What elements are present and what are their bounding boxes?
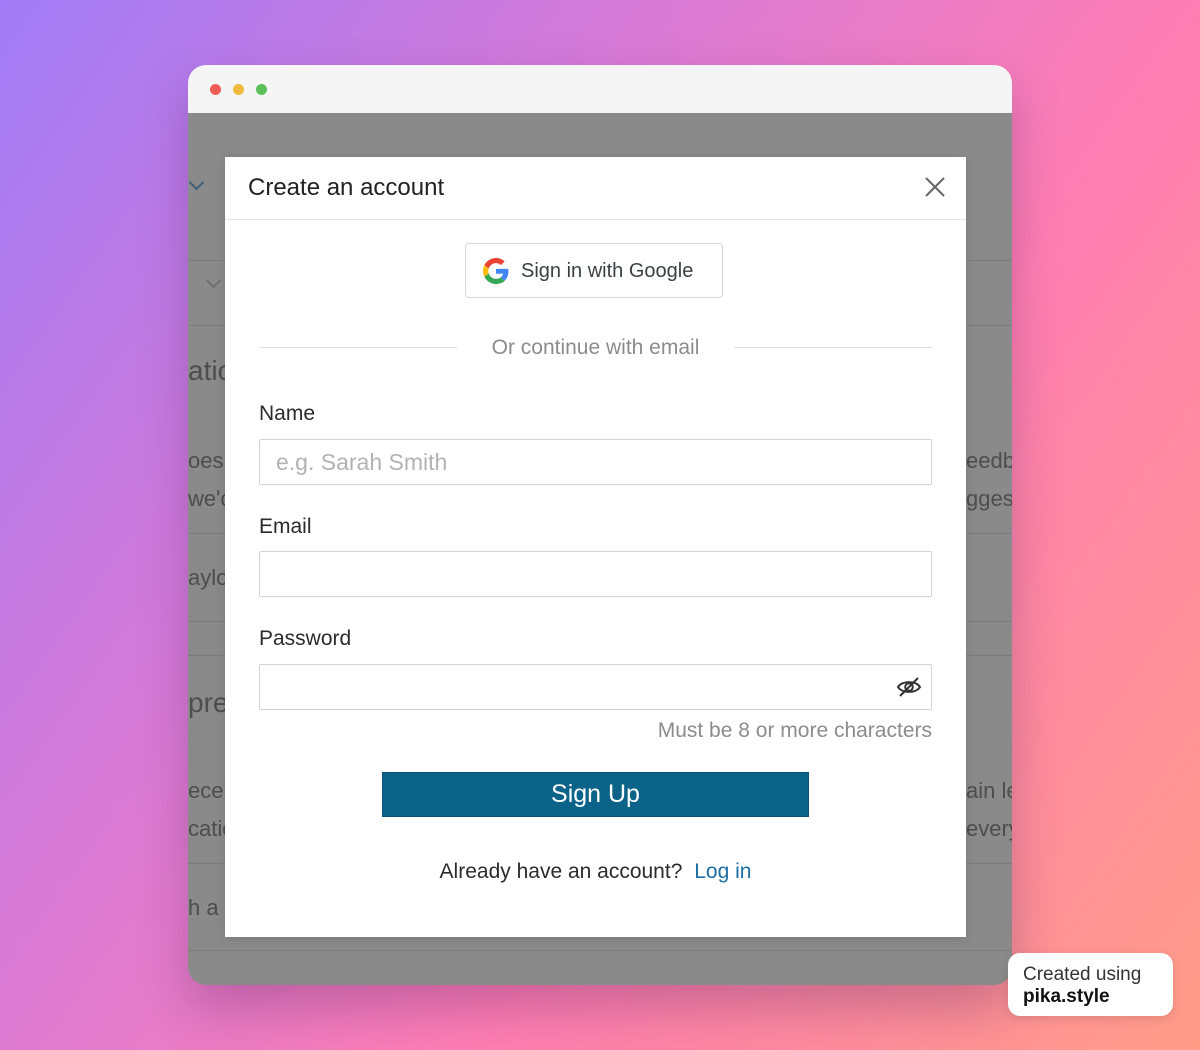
sign-up-button[interactable]: Sign Up: [382, 772, 809, 817]
divider-line-right: [734, 347, 932, 348]
login-prompt: Already have an account? Log in: [225, 860, 966, 884]
window-titlebar: [188, 65, 1012, 113]
background-text-fragment: ggest: [966, 486, 1012, 511]
close-icon: [925, 177, 945, 197]
background-text-fragment: ain le: [966, 778, 1012, 803]
pika-style-badge: Created using pika.style: [1008, 953, 1173, 1016]
modal-header: Create an account: [225, 157, 966, 220]
background-text-fragment: eedb: [966, 448, 1012, 473]
close-window-dot[interactable]: [210, 84, 221, 95]
background-text-fragment: every: [966, 816, 1012, 841]
background-text-fragment: oes: [188, 448, 224, 473]
email-input[interactable]: [259, 551, 932, 597]
google-g-icon: [483, 258, 509, 284]
log-in-link[interactable]: Log in: [694, 860, 751, 883]
toggle-password-visibility-button[interactable]: [895, 675, 923, 699]
divider-text: Or continue with email: [491, 336, 700, 359]
background-divider: [188, 950, 1012, 951]
close-button[interactable]: [919, 171, 951, 203]
background-text-fragment: h a: [188, 895, 219, 920]
modal-title: Create an account: [248, 174, 445, 201]
minimize-window-dot[interactable]: [233, 84, 244, 95]
name-input[interactable]: [259, 439, 932, 485]
background-dropdown-chevron-icon: [205, 272, 222, 289]
name-label: Name: [259, 402, 316, 425]
password-label: Password: [259, 627, 352, 650]
login-prompt-text: Already have an account?: [439, 860, 683, 883]
password-hint: Must be 8 or more characters: [657, 719, 932, 742]
badge-caption: Created using: [1023, 964, 1142, 985]
background-chevron-icon: [188, 174, 205, 191]
maximize-window-dot[interactable]: [256, 84, 267, 95]
sign-in-with-google-button[interactable]: Sign in with Google: [465, 243, 723, 298]
eye-slash-icon: [896, 677, 922, 697]
badge-brand: pika.style: [1023, 986, 1110, 1007]
background-heading-fragment: pre: [188, 687, 229, 718]
google-button-label: Sign in with Google: [521, 260, 694, 282]
email-label: Email: [259, 515, 312, 538]
create-account-modal: Create an account Sign in with Google Or…: [225, 157, 966, 937]
password-input[interactable]: [259, 664, 932, 710]
